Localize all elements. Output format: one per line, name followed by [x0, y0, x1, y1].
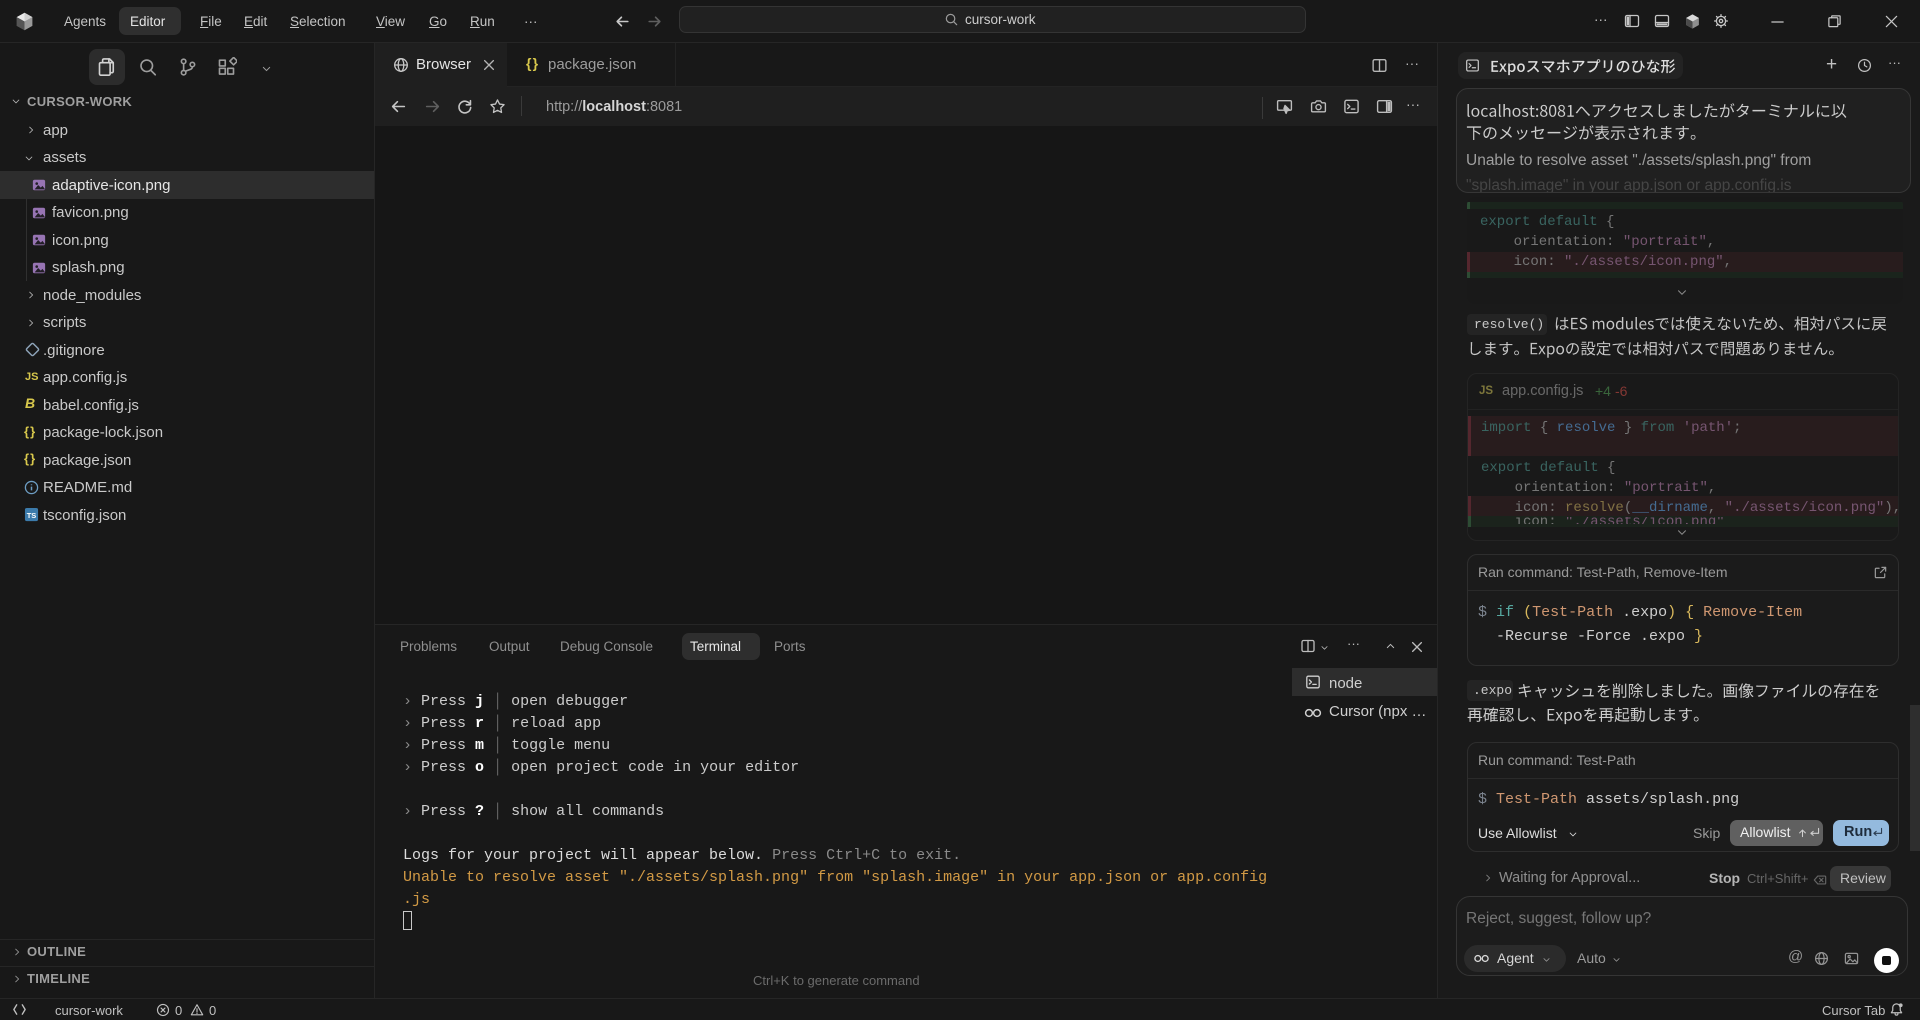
svg-text:TS: TS	[27, 511, 37, 520]
